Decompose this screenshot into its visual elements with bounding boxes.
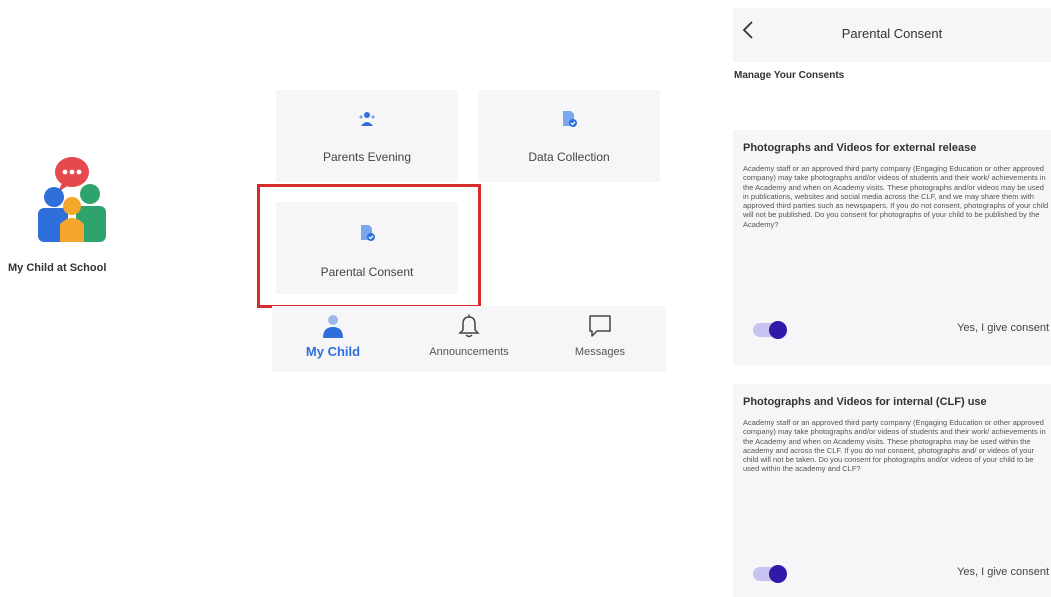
app-logo-label: My Child at School (8, 262, 107, 274)
page-title: Parental Consent (841, 26, 943, 41)
consent-toggle[interactable] (753, 565, 787, 583)
bottom-nav: My Child Announcements Messages (272, 306, 666, 372)
parental-consent-screen: Parental Consent Manage Your Consents Ph… (733, 8, 1051, 597)
nav-label: My Child (305, 344, 361, 359)
consent-toggle[interactable] (753, 321, 787, 339)
card-description: Academy staff or an approved third party… (743, 164, 1049, 229)
chat-bubble-icon (588, 314, 612, 343)
family-chat-icon (38, 157, 106, 242)
consent-card-internal: Photographs and Videos for internal (CLF… (733, 384, 1051, 597)
consent-label: Yes, I give consent (957, 566, 1049, 578)
nav-item-my-child[interactable]: My Child (278, 306, 388, 372)
nav-item-announcements[interactable]: Announcements (414, 306, 524, 372)
nav-item-messages[interactable]: Messages (545, 306, 655, 372)
card-description: Academy staff or an approved third party… (743, 418, 1046, 474)
tile-label: Parental Consent (320, 265, 414, 279)
tile-data-collection[interactable]: Data Collection (478, 90, 660, 182)
nav-label: Announcements (429, 346, 509, 358)
tile-parental-consent[interactable]: Parental Consent (276, 202, 458, 294)
consent-card-external: Photographs and Videos for external rele… (733, 130, 1051, 365)
screen-header: Parental Consent (733, 8, 1051, 62)
toggle-knob (769, 321, 787, 339)
bell-icon (458, 314, 480, 343)
card-title: Photographs and Videos for external rele… (743, 142, 977, 154)
person-icon (321, 314, 345, 345)
tile-label: Data Collection (528, 150, 610, 164)
document-check-icon (358, 224, 376, 247)
tile-label: Parents Evening (322, 150, 412, 164)
tile-parents-evening[interactable]: Parents Evening (276, 90, 458, 182)
toggle-knob (769, 565, 787, 583)
meeting-icon (358, 110, 376, 133)
app-logo-my-child-at-school[interactable] (30, 150, 114, 245)
consent-label: Yes, I give consent (957, 322, 1049, 334)
card-title: Photographs and Videos for internal (CLF… (743, 396, 987, 408)
nav-label: Messages (574, 346, 626, 358)
document-check-icon (560, 110, 578, 133)
section-title: Manage Your Consents (734, 70, 845, 81)
